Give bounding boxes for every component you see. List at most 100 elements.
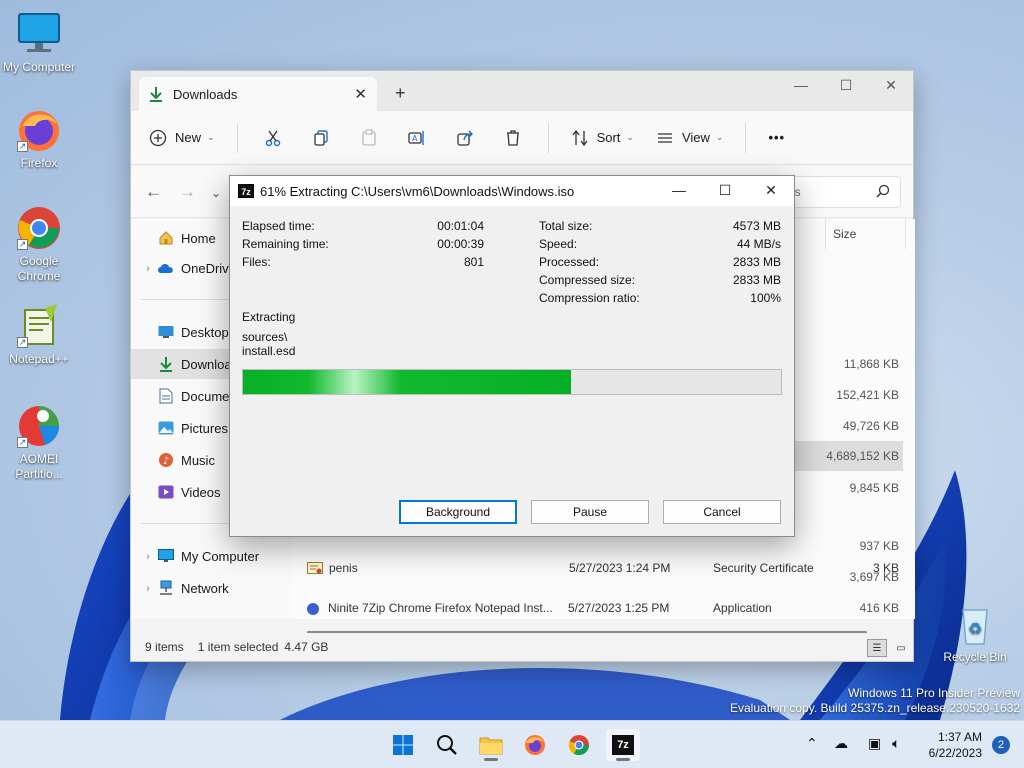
file-size-cell: 9,845 KB xyxy=(849,481,899,495)
chrome-icon: ↗ xyxy=(15,204,63,252)
sort-button[interactable]: Sort ⌄ xyxy=(571,129,634,147)
maximize-icon[interactable]: ☐ xyxy=(831,77,861,94)
back-arrow-icon[interactable]: ← xyxy=(145,182,162,202)
file-size-cell: 3 KB xyxy=(872,561,899,575)
close-icon[interactable]: ✕ xyxy=(756,182,786,199)
document-icon xyxy=(157,387,175,405)
firefox-icon xyxy=(525,735,545,755)
stat-value: 00:01:04 xyxy=(437,219,484,233)
firefox-icon: ↗ xyxy=(15,106,63,154)
maximize-icon[interactable]: ☐ xyxy=(710,182,740,199)
expand-chevron-icon[interactable]: › xyxy=(139,263,157,274)
selection-size: 4.47 GB xyxy=(284,640,329,654)
stat-value: 100% xyxy=(750,291,781,305)
windows-evaluation-watermark: Windows 11 Pro Insider Preview Evaluatio… xyxy=(730,686,1020,716)
desktop-icon-recycle-bin[interactable]: ♻ Recycle Bin xyxy=(936,600,1014,665)
recent-locations-chevron-icon[interactable]: ⌄ xyxy=(211,186,221,200)
tray-overflow-chevron-icon[interactable]: ⌃ xyxy=(806,735,818,752)
tiles-view-icon[interactable]: ▭ xyxy=(891,639,911,657)
view-button[interactable]: View ⌄ xyxy=(656,129,724,147)
desktop-icon-firefox[interactable]: ↗ Firefox xyxy=(0,106,78,171)
taskbar-firefox[interactable] xyxy=(518,729,552,761)
svg-text:A: A xyxy=(412,134,418,143)
toolbar-separator xyxy=(547,122,549,153)
taskbar: 7z ⌃ ☁ ▣ 🔈︎ 1:37 AM 6/22/2023 2 xyxy=(0,720,1024,768)
watermark-build: Evaluation copy. Build 25375.zn_release.… xyxy=(730,701,1020,715)
pause-button[interactable]: Pause xyxy=(531,500,649,524)
table-row[interactable]: penis 5/27/2023 1:24 PM Security Certifi… xyxy=(291,561,915,583)
nav-item-label: Home xyxy=(181,230,216,246)
details-view-icon[interactable]: ☰ xyxy=(867,639,887,657)
windows-logo-icon xyxy=(393,735,413,755)
cut-icon[interactable] xyxy=(260,125,286,151)
stat-value: 44 MB/s xyxy=(736,237,781,251)
stat-value: 00:00:39 xyxy=(437,237,484,251)
clock-time: 1:37 AM xyxy=(937,730,982,744)
column-header-size[interactable]: Size xyxy=(833,227,856,241)
progress-bar-fill xyxy=(243,370,572,394)
view-list-icon xyxy=(657,132,672,143)
monitor-icon xyxy=(15,10,63,58)
chevron-down-icon: ⌄ xyxy=(207,132,215,142)
nav-item-label: OneDrive xyxy=(181,260,236,276)
cancel-button[interactable]: Cancel xyxy=(663,500,781,524)
7zip-logo-icon: 7z xyxy=(612,735,634,755)
column-divider xyxy=(905,219,906,249)
minimize-icon[interactable]: — xyxy=(664,182,694,198)
svg-text:♪: ♪ xyxy=(163,456,169,467)
nav-item-network[interactable]: › Network xyxy=(131,573,291,603)
close-icon[interactable]: ✕ xyxy=(876,77,906,94)
taskbar-file-explorer[interactable] xyxy=(474,729,508,761)
new-button-label: New xyxy=(175,130,202,145)
stat-label: Elapsed time: xyxy=(242,219,315,233)
start-button[interactable] xyxy=(386,729,420,761)
share-icon[interactable] xyxy=(452,125,478,151)
file-date: 5/27/2023 1:24 PM xyxy=(569,561,671,575)
music-icon: ♪ xyxy=(157,451,175,469)
stat-label: Total size: xyxy=(539,219,593,233)
desktop-icon-notepadpp[interactable]: ↗ Notepad++ xyxy=(0,302,78,367)
tab-title: Downloads xyxy=(173,86,238,102)
nav-item-my-computer[interactable]: › My Computer xyxy=(131,541,291,571)
search-input[interactable]: ds xyxy=(781,176,901,208)
table-row[interactable]: Ninite 7Zip Chrome Firefox Notepad Inst.… xyxy=(291,601,915,623)
background-button[interactable]: Background xyxy=(399,500,517,524)
shortcut-arrow-icon: ↗ xyxy=(17,437,28,448)
shortcut-arrow-icon: ↗ xyxy=(17,141,28,152)
copy-icon[interactable] xyxy=(308,125,334,151)
view-button-label: View xyxy=(681,130,710,145)
clock-date: 6/22/2023 xyxy=(928,746,982,760)
network-status-icon[interactable]: ▣ xyxy=(868,735,881,752)
nav-item-label: Desktop xyxy=(181,324,229,340)
stat-value: 4573 MB xyxy=(732,219,781,233)
tab-downloads[interactable]: Downloads ✕ xyxy=(139,77,377,111)
shortcut-arrow-icon: ↗ xyxy=(17,239,28,250)
notification-badge[interactable]: 2 xyxy=(992,736,1010,754)
expand-chevron-icon[interactable]: › xyxy=(139,551,157,562)
taskbar-search-button[interactable] xyxy=(430,729,464,761)
onedrive-offline-icon[interactable]: ☁ xyxy=(834,735,848,752)
nav-item-label: My Computer xyxy=(181,548,260,564)
tab-close-icon[interactable]: ✕ xyxy=(354,85,367,103)
rename-icon[interactable]: A xyxy=(404,125,430,151)
taskbar-7zip[interactable]: 7z xyxy=(606,729,640,761)
expand-chevron-icon[interactable]: › xyxy=(139,583,157,594)
taskbar-chrome[interactable] xyxy=(562,729,596,761)
new-button[interactable]: New ⌄ xyxy=(149,129,215,147)
forward-arrow-icon[interactable]: → xyxy=(179,182,196,202)
paste-icon xyxy=(356,125,382,151)
new-tab-icon[interactable]: + xyxy=(395,83,406,104)
volume-icon[interactable]: 🔈︎ xyxy=(892,735,900,752)
system-clock[interactable]: 1:37 AM 6/22/2023 xyxy=(929,729,982,761)
extract-progress-dialog: 7z 61% Extracting C:\Users\vm6\Downloads… xyxy=(229,175,795,537)
more-options-button[interactable]: ••• xyxy=(768,130,785,145)
more-icon: ••• xyxy=(768,130,786,145)
running-indicator xyxy=(484,758,498,761)
chevron-down-icon: ⌄ xyxy=(715,132,724,142)
minimize-icon[interactable]: — xyxy=(786,77,816,93)
desktop-icon-aomei[interactable]: ↗ AOMEI Partitio... xyxy=(0,402,78,482)
desktop-icon-my-computer[interactable]: My Computer xyxy=(0,10,78,75)
desktop-icon-chrome[interactable]: ↗ Google Chrome xyxy=(0,204,78,284)
delete-icon[interactable] xyxy=(500,125,526,151)
nav-item-label: Videos xyxy=(181,484,221,500)
